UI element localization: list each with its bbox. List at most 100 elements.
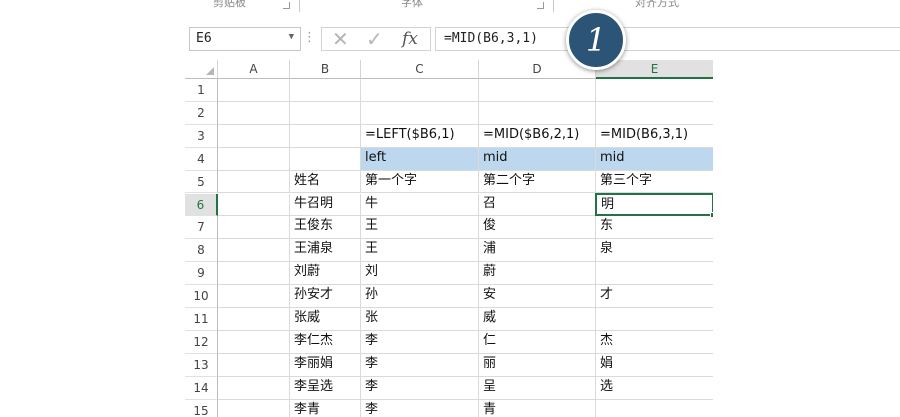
cell-a11[interactable] bbox=[218, 308, 290, 331]
cell-d15[interactable]: 青 bbox=[479, 399, 596, 417]
row-header-1[interactable]: 1 bbox=[185, 79, 218, 102]
cell-e2[interactable] bbox=[596, 102, 713, 125]
enter-icon[interactable]: ✓ bbox=[366, 28, 383, 50]
column-header-b[interactable]: B bbox=[290, 60, 361, 79]
font-launcher-icon[interactable] bbox=[537, 2, 544, 9]
row-header-11[interactable]: 11 bbox=[185, 308, 218, 331]
cell-a5[interactable] bbox=[218, 170, 290, 194]
cell-b5[interactable]: 姓名 bbox=[290, 170, 361, 194]
cell-b1[interactable] bbox=[290, 79, 361, 102]
cell-d11[interactable]: 威 bbox=[479, 308, 596, 331]
cell-d13[interactable]: 丽 bbox=[479, 353, 596, 377]
cell-e1[interactable] bbox=[596, 79, 713, 102]
cell-e9[interactable] bbox=[596, 262, 713, 286]
cell-d9[interactable]: 蔚 bbox=[479, 262, 596, 286]
row-header-10[interactable]: 10 bbox=[185, 285, 218, 308]
cell-c10[interactable]: 孙 bbox=[361, 285, 479, 308]
row-header-6[interactable]: 6 bbox=[185, 193, 218, 217]
cell-b10[interactable]: 孙安才 bbox=[290, 285, 361, 308]
name-box[interactable]: E6 ▼ bbox=[189, 27, 301, 51]
cell-e15[interactable] bbox=[596, 400, 713, 417]
cell-e5[interactable]: 第三个字 bbox=[596, 171, 713, 194]
cell-d5[interactable]: 第二个字 bbox=[479, 170, 596, 194]
cell-a1[interactable] bbox=[218, 79, 290, 102]
cell-a4[interactable] bbox=[218, 147, 290, 171]
cell-a10[interactable] bbox=[218, 285, 290, 308]
row-header-4[interactable]: 4 bbox=[185, 147, 218, 171]
cell-a8[interactable] bbox=[218, 239, 290, 263]
cell-d1[interactable] bbox=[479, 79, 596, 102]
cell-c5[interactable]: 第一个字 bbox=[361, 170, 479, 194]
row-header-7[interactable]: 7 bbox=[185, 216, 218, 240]
row-header-8[interactable]: 8 bbox=[185, 239, 218, 263]
cell-c3[interactable]: =LEFT($B6,1) bbox=[361, 124, 479, 148]
cell-a14[interactable] bbox=[218, 376, 290, 400]
row-header-3[interactable]: 3 bbox=[185, 124, 218, 148]
cell-c13[interactable]: 李 bbox=[361, 353, 479, 377]
select-all-button[interactable] bbox=[185, 60, 218, 79]
cell-c2[interactable] bbox=[361, 101, 479, 125]
cell-b12[interactable]: 李仁杰 bbox=[290, 330, 361, 354]
formula-bar-resize-handle[interactable]: ⋮ bbox=[303, 30, 316, 45]
cell-a15[interactable] bbox=[218, 399, 290, 417]
cell-b6[interactable]: 牛召明 bbox=[290, 193, 361, 217]
cell-a6[interactable] bbox=[218, 193, 290, 217]
cell-c7[interactable]: 王 bbox=[361, 216, 479, 240]
cell-c15[interactable]: 李 bbox=[361, 399, 479, 417]
cell-b15[interactable]: 李青 bbox=[290, 399, 361, 417]
row-header-12[interactable]: 12 bbox=[185, 330, 218, 354]
clipboard-launcher-icon[interactable] bbox=[283, 2, 290, 9]
cell-b14[interactable]: 李呈选 bbox=[290, 376, 361, 400]
cell-b9[interactable]: 刘蔚 bbox=[290, 262, 361, 286]
cell-d10[interactable]: 安 bbox=[479, 285, 596, 308]
row-header-5[interactable]: 5 bbox=[185, 170, 218, 194]
cell-e14[interactable]: 选 bbox=[596, 377, 713, 400]
row-header-13[interactable]: 13 bbox=[185, 353, 218, 377]
cell-c14[interactable]: 李 bbox=[361, 376, 479, 400]
cell-e6[interactable]: 明 bbox=[595, 192, 713, 217]
cancel-icon[interactable]: ✕ bbox=[332, 28, 349, 50]
cell-b7[interactable]: 王俊东 bbox=[290, 216, 361, 240]
cell-d3[interactable]: =MID($B6,2,1) bbox=[479, 124, 596, 148]
cell-e12[interactable]: 杰 bbox=[596, 331, 713, 354]
cell-c4[interactable]: left bbox=[361, 147, 479, 171]
cell-a3[interactable] bbox=[218, 124, 290, 148]
cell-c11[interactable]: 张 bbox=[361, 308, 479, 331]
cell-d4[interactable]: mid bbox=[479, 147, 596, 171]
cell-a9[interactable] bbox=[218, 262, 290, 286]
chevron-down-icon[interactable]: ▼ bbox=[289, 32, 294, 42]
cell-e10[interactable]: 才 bbox=[596, 285, 713, 308]
cell-a12[interactable] bbox=[218, 330, 290, 354]
cell-c12[interactable]: 李 bbox=[361, 330, 479, 354]
cell-c8[interactable]: 王 bbox=[361, 239, 479, 263]
insert-function-icon[interactable]: fx bbox=[402, 28, 418, 50]
cell-e7[interactable]: 东 bbox=[596, 216, 713, 240]
formula-input[interactable]: =MID(B6,3,1) bbox=[435, 27, 900, 51]
cell-d2[interactable] bbox=[479, 101, 596, 125]
cell-d12[interactable]: 仁 bbox=[479, 330, 596, 354]
cell-a2[interactable] bbox=[218, 101, 290, 125]
cell-e8[interactable]: 泉 bbox=[596, 239, 713, 263]
cell-b4[interactable] bbox=[290, 147, 361, 171]
cell-e3[interactable]: =MID(B6,3,1) bbox=[596, 125, 713, 148]
cell-d7[interactable]: 俊 bbox=[479, 216, 596, 240]
cell-b2[interactable] bbox=[290, 101, 361, 125]
row-header-14[interactable]: 14 bbox=[185, 376, 218, 400]
cell-e13[interactable]: 娟 bbox=[596, 354, 713, 377]
cell-a13[interactable] bbox=[218, 353, 290, 377]
cell-b3[interactable] bbox=[290, 124, 361, 148]
row-header-2[interactable]: 2 bbox=[185, 101, 218, 125]
cell-e11[interactable] bbox=[596, 308, 713, 331]
fill-handle[interactable] bbox=[710, 212, 713, 219]
cell-c1[interactable] bbox=[361, 79, 479, 102]
row-header-15[interactable]: 15 bbox=[185, 399, 218, 417]
column-header-c[interactable]: C bbox=[361, 60, 479, 79]
cell-b8[interactable]: 王浦泉 bbox=[290, 239, 361, 263]
cell-e4[interactable]: mid bbox=[596, 147, 713, 171]
cell-d8[interactable]: 浦 bbox=[479, 239, 596, 263]
cell-b11[interactable]: 张威 bbox=[290, 308, 361, 331]
cell-b13[interactable]: 李丽娟 bbox=[290, 353, 361, 377]
row-header-9[interactable]: 9 bbox=[185, 262, 218, 286]
cell-c9[interactable]: 刘 bbox=[361, 262, 479, 286]
column-header-a[interactable]: A bbox=[218, 60, 290, 79]
